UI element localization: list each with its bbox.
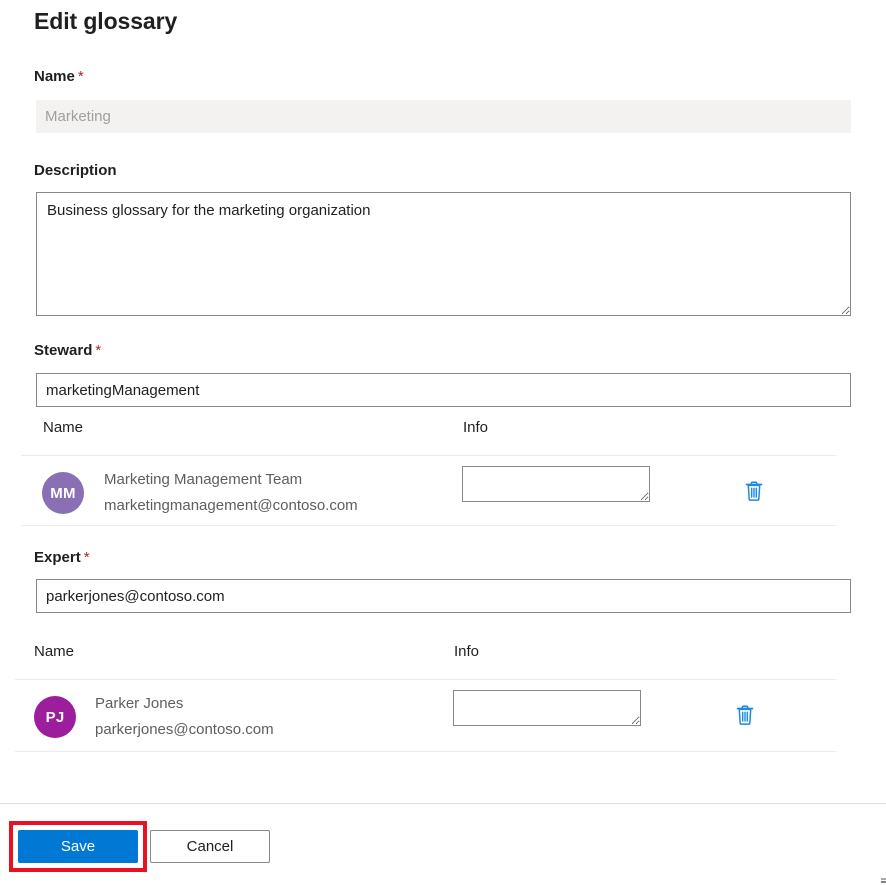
steward-delete-button[interactable] [741, 478, 767, 504]
expert-info-textarea[interactable] [453, 690, 641, 726]
name-label-text: Name [34, 68, 75, 85]
steward-required-asterisk: * [95, 342, 101, 359]
expert-table-header-name: Name [34, 643, 74, 660]
person-display-name: Parker Jones [95, 695, 183, 712]
steward-info-textarea[interactable] [462, 466, 650, 502]
expert-table-top-divider [15, 679, 836, 680]
expert-table-bottom-divider [15, 751, 836, 752]
steward-input[interactable] [36, 373, 851, 407]
expert-required-asterisk: * [84, 549, 90, 566]
avatar: MM [42, 472, 84, 514]
description-label-text: Description [34, 162, 117, 179]
person-email: marketingmanagement@contoso.com [104, 497, 358, 514]
save-button[interactable]: Save [18, 830, 138, 863]
name-input [36, 100, 851, 133]
name-required-asterisk: * [78, 68, 84, 85]
person-display-name: Marketing Management Team [104, 471, 302, 488]
footer-divider [0, 803, 886, 804]
edit-glossary-panel: Edit glossary Name* Description Steward*… [0, 0, 886, 885]
expert-label-text: Expert [34, 549, 81, 566]
trash-icon [735, 704, 755, 726]
trash-icon [744, 480, 764, 502]
description-textarea[interactable] [36, 192, 851, 316]
expert-delete-button[interactable] [732, 702, 758, 728]
expert-table-header-info: Info [454, 643, 479, 660]
steward-table-top-divider [21, 455, 836, 456]
steward-table-header-name: Name [43, 419, 83, 436]
steward-label-text: Steward [34, 342, 92, 359]
avatar: PJ [34, 696, 76, 738]
steward-label: Steward* [34, 342, 101, 359]
name-label: Name* [34, 68, 84, 85]
expert-input[interactable] [36, 579, 851, 613]
steward-table-header-info: Info [463, 419, 488, 436]
steward-table-bottom-divider [21, 525, 836, 526]
cancel-button[interactable]: Cancel [150, 830, 270, 863]
person-email: parkerjones@contoso.com [95, 721, 274, 738]
expert-label: Expert* [34, 549, 90, 566]
description-label: Description [34, 162, 117, 179]
corner-artifact [881, 876, 886, 885]
page-title: Edit glossary [34, 8, 177, 35]
